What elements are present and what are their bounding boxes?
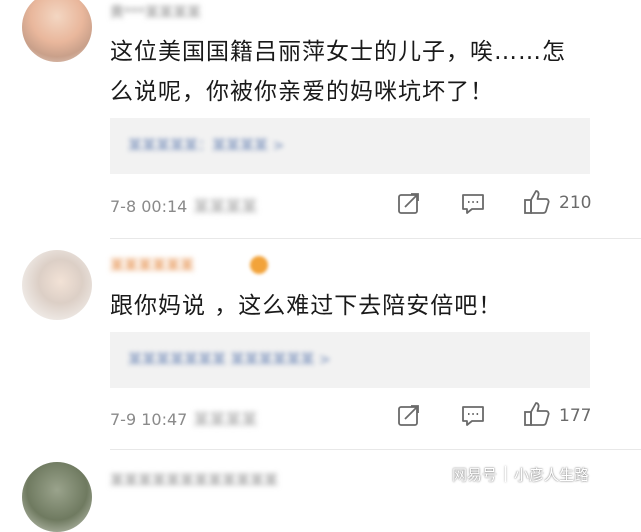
- reply-preview-text[interactable]: 某某某某某某某 某某某某某某 >: [128, 349, 331, 369]
- share-icon[interactable]: [396, 403, 422, 429]
- reply-preview[interactable]: 某某某某某：某某某某 >: [110, 118, 590, 174]
- share-icon[interactable]: [396, 191, 422, 217]
- timestamp: 7-8 00:14: [110, 197, 188, 216]
- comment-meta: 7-8 00:14 某某某某: [110, 193, 257, 217]
- comment-text-line: 跟你妈说 ，这么难过下去陪安倍吧！: [110, 293, 503, 319]
- comment-icon[interactable]: [460, 191, 486, 217]
- comment-item: 某某某某某某 跟你妈说 ，这么难过下去陪安倍吧！ 某某某某某某某 某某某某某某 …: [0, 240, 641, 450]
- username[interactable]: 某某某某某某某某某某某某: [110, 470, 278, 490]
- watermark-author: 小彦人生路: [514, 465, 590, 484]
- timestamp: 7-9 10:47: [110, 410, 188, 429]
- comment-text-line: 么说呢，你被你亲爱的妈咪坑坏了！: [110, 79, 494, 105]
- thumbs-up-icon[interactable]: [523, 188, 551, 216]
- watermark-brand: 网易号: [452, 465, 498, 484]
- avatar[interactable]: [22, 462, 92, 532]
- username[interactable]: 某某某某某某: [110, 255, 194, 275]
- comment-text: 这位美国国籍吕丽萍女士的儿子，唉……怎 么说呢，你被你亲爱的妈咪坑坏了！: [110, 32, 610, 112]
- reply-preview-text[interactable]: 某某某某某：某某某某 >: [128, 135, 284, 155]
- watermark: 网易号 小彦人生路: [452, 458, 641, 490]
- vip-badge-icon: [250, 256, 268, 274]
- comment-item: 黄***某某某某 这位美国国籍吕丽萍女士的儿子，唉……怎 么说呢，你被你亲爱的妈…: [0, 0, 641, 230]
- comment-text: 跟你妈说 ，这么难过下去陪安倍吧！: [110, 286, 610, 326]
- avatar[interactable]: [22, 250, 92, 320]
- like-count: 177: [559, 406, 592, 426]
- watermark-separator: [505, 466, 507, 482]
- divider: [110, 238, 641, 239]
- comment-meta: 7-9 10:47 某某某某: [110, 406, 257, 430]
- reply-preview[interactable]: 某某某某某某某 某某某某某某 >: [110, 332, 590, 388]
- location: 某某某某: [193, 197, 258, 216]
- comment-icon[interactable]: [460, 403, 486, 429]
- thumbs-up-icon[interactable]: [523, 400, 551, 428]
- location: 某某某某: [193, 410, 258, 429]
- comment-text-line: 这位美国国籍吕丽萍女士的儿子，唉……怎: [110, 39, 566, 65]
- like-count: 210: [559, 193, 592, 213]
- avatar[interactable]: [22, 0, 92, 62]
- username[interactable]: 黄***某某某某: [110, 2, 201, 22]
